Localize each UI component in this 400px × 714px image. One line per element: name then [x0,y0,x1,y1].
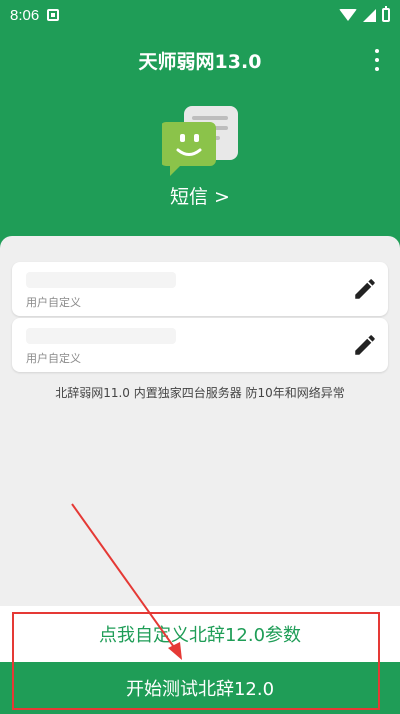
status-icons [339,6,390,22]
field-value [26,328,176,344]
custom-field-1[interactable]: 用户自定义 [12,262,388,316]
more-vert-icon[interactable] [372,46,382,74]
info-text: 北辞弱网11.0 内置独家四台服务器 防10年和网络异常 [55,386,345,400]
app-bar: 天师弱网13.0 [0,38,400,82]
field-placeholder: 用户自定义 [26,296,81,309]
status-bar: 8:06 [0,0,400,30]
edit-icon[interactable] [352,276,378,302]
app-title: 天师弱网13.0 [138,50,262,73]
sms-label[interactable]: 短信 > [0,182,400,209]
battery-icon [382,6,390,22]
field-value [26,272,176,288]
card-area: 用户自定义 用户自定义 北辞弱网11.0 内置独家四台服务器 防10年和网络异常 [0,236,400,616]
start-test-button[interactable]: 开始测试北辞12.0 [0,662,400,714]
sms-icon[interactable] [162,100,242,180]
status-time: 8:06 [10,6,40,24]
field-placeholder: 用户自定义 [26,352,81,365]
custom-field-2[interactable]: 用户自定义 [12,318,388,372]
edit-icon[interactable] [352,332,378,358]
signal-icon [363,8,376,22]
wifi-icon [339,9,357,21]
notification-icon [47,9,60,21]
customize-button[interactable]: 点我自定义北辞12.0参数 [0,606,400,662]
